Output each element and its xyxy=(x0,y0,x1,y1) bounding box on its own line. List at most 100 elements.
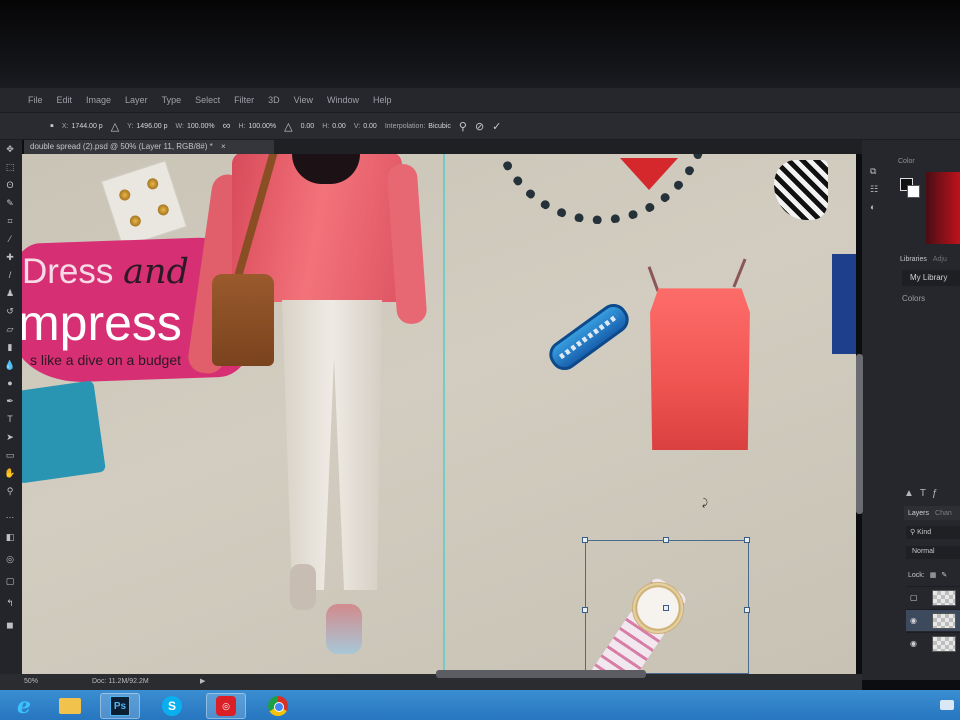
menu-select[interactable]: Select xyxy=(195,95,220,105)
commit-transform-icon[interactable]: ✓ xyxy=(492,120,501,133)
blend-mode-select[interactable]: Normal xyxy=(906,546,960,559)
transform-bounding-box[interactable] xyxy=(582,537,750,674)
properties-panel-icon[interactable]: ☷ xyxy=(870,184,882,194)
internet-explorer-icon[interactable]: e xyxy=(4,693,44,719)
type-icon[interactable]: T xyxy=(920,488,926,499)
tab-channels[interactable]: Chan xyxy=(935,510,952,517)
menu-layer[interactable]: Layer xyxy=(125,95,148,105)
background-color-swatch[interactable] xyxy=(907,185,920,198)
library-dropdown[interactable]: My Library xyxy=(902,270,960,286)
blue-bracelet-image[interactable] xyxy=(543,298,635,376)
menu-window[interactable]: Window xyxy=(327,95,359,105)
layer-row[interactable]: ◉ xyxy=(906,632,960,654)
transform-center-point[interactable] xyxy=(663,605,669,611)
x-field[interactable]: X: 1744.00 p xyxy=(62,123,103,130)
skype-icon[interactable]: S xyxy=(152,693,192,719)
creative-cloud-icon[interactable]: ◎ xyxy=(206,693,246,719)
document-tab[interactable]: double spread (2).psd @ 50% (Layer 11, R… xyxy=(24,140,274,154)
history-panel-icon[interactable]: ⧉ xyxy=(870,166,882,176)
status-menu-arrow-icon[interactable]: ▶ xyxy=(200,677,205,685)
type-tool-icon[interactable]: T xyxy=(3,414,17,424)
model-photo[interactable] xyxy=(186,154,432,674)
dodge-tool-icon[interactable]: ● xyxy=(3,378,17,388)
menu-file[interactable]: File xyxy=(28,95,43,105)
visibility-toggle[interactable]: ▢ xyxy=(910,593,918,602)
striped-accessory-image[interactable] xyxy=(774,160,828,220)
coral-camisole-image[interactable] xyxy=(650,288,750,450)
transform-handle[interactable] xyxy=(663,537,669,543)
h-skew-field[interactable]: H: 0.00 xyxy=(322,123,346,130)
layer-filter-kind[interactable]: ⚲ Kind xyxy=(906,526,960,539)
color-panel-tab[interactable]: Color xyxy=(898,158,915,165)
stamp-tool-icon[interactable]: ♟ xyxy=(3,288,17,298)
more-tools-icon[interactable]: … xyxy=(3,510,17,520)
v-skew-field[interactable]: V: 0.00 xyxy=(354,123,377,130)
history-brush-tool-icon[interactable]: ↺ xyxy=(3,306,17,316)
transform-handle[interactable] xyxy=(744,537,750,543)
width-field[interactable]: W: 100.00% xyxy=(176,123,215,130)
layer-row[interactable]: ▢ xyxy=(906,586,960,608)
eyedropper-tool-icon[interactable]: ⁄ xyxy=(3,234,17,244)
teal-handbag-image[interactable] xyxy=(22,380,106,484)
hand-tool-icon[interactable]: ✋ xyxy=(3,468,17,478)
close-icon[interactable]: × xyxy=(221,142,226,151)
transform-handle[interactable] xyxy=(744,607,750,613)
adjustments-panel-icon[interactable]: ◐ xyxy=(870,202,882,212)
y-field[interactable]: Y: 1496.00 p xyxy=(127,123,167,130)
file-explorer-icon[interactable] xyxy=(50,693,90,719)
eraser-tool-icon[interactable]: ▱ xyxy=(3,324,17,334)
paragraph-icon[interactable]: ▲ xyxy=(904,488,914,499)
system-tray-icon[interactable] xyxy=(940,700,954,710)
tab-adjustments[interactable]: Adju xyxy=(933,256,947,263)
color-swatches[interactable] xyxy=(900,178,922,200)
horizontal-scrollbar[interactable] xyxy=(436,670,646,678)
layer-row-selected[interactable]: ◉ xyxy=(906,609,960,631)
earrings-card-image[interactable] xyxy=(100,160,188,248)
height-field[interactable]: H: 100.00% xyxy=(238,123,276,130)
lock-pixels-icon[interactable]: ✎ xyxy=(941,571,947,579)
lock-transparent-icon[interactable]: ▦ xyxy=(930,571,937,579)
toggle-swatch-icon[interactable]: ↰ xyxy=(3,598,17,608)
menu-type[interactable]: Type xyxy=(162,95,182,105)
menu-view[interactable]: View xyxy=(294,95,313,105)
healing-tool-icon[interactable]: ✚ xyxy=(3,252,17,262)
menu-edit[interactable]: Edit xyxy=(57,95,73,105)
move-tool-icon[interactable]: ✥ xyxy=(3,144,17,154)
cancel-transform-icon[interactable]: ⊘ xyxy=(475,120,484,133)
warp-icon[interactable]: ⚲ xyxy=(459,120,467,133)
crop-tool-icon[interactable]: ⌗ xyxy=(3,216,17,226)
brush-tool-icon[interactable]: / xyxy=(3,270,17,280)
tab-layers[interactable]: Layers xyxy=(908,510,929,517)
delta-icon[interactable]: △ xyxy=(111,120,119,133)
quick-mask-icon[interactable]: ◎ xyxy=(3,554,17,564)
screen-mode-icon[interactable]: ▢ xyxy=(3,576,17,586)
lasso-tool-icon[interactable]: ʘ xyxy=(3,180,17,190)
tab-libraries[interactable]: Libraries xyxy=(900,256,927,263)
quick-select-tool-icon[interactable]: ✎ xyxy=(3,198,17,208)
menu-image[interactable]: Image xyxy=(86,95,111,105)
pearl-necklace-image[interactable] xyxy=(490,154,710,224)
menu-3d[interactable]: 3D xyxy=(268,95,280,105)
vertical-scrollbar[interactable] xyxy=(856,354,863,514)
interpolation-select[interactable]: Interpolation: Bicubic xyxy=(385,123,451,130)
shape-tool-icon[interactable]: ▭ xyxy=(3,450,17,460)
menu-help[interactable]: Help xyxy=(373,95,392,105)
reference-point-icon[interactable]: ▪ xyxy=(50,120,54,132)
foreground-background-icon[interactable]: ◧ xyxy=(3,532,17,542)
zoom-level[interactable]: 50% xyxy=(24,678,38,685)
transform-handle[interactable] xyxy=(582,537,588,543)
vertical-guide-line[interactable] xyxy=(443,154,445,674)
chrome-icon[interactable] xyxy=(258,693,298,719)
reset-colors-icon[interactable]: ◼ xyxy=(3,620,17,630)
eye-icon[interactable]: ◉ xyxy=(910,616,917,625)
marquee-tool-icon[interactable]: ⬚ xyxy=(3,162,17,172)
photoshop-taskbar-button[interactable]: Ps xyxy=(100,693,140,719)
gradient-tool-icon[interactable]: ▮ xyxy=(3,342,17,352)
zoom-tool-icon[interactable]: ⚲ xyxy=(3,486,17,496)
menu-filter[interactable]: Filter xyxy=(234,95,254,105)
blue-item-image[interactable] xyxy=(832,254,856,354)
fx-icon[interactable]: ƒ xyxy=(932,488,938,499)
pen-tool-icon[interactable]: ✒ xyxy=(3,396,17,406)
link-icon[interactable]: ∞ xyxy=(223,120,231,132)
angle-field[interactable]: 0.00 xyxy=(301,123,315,130)
